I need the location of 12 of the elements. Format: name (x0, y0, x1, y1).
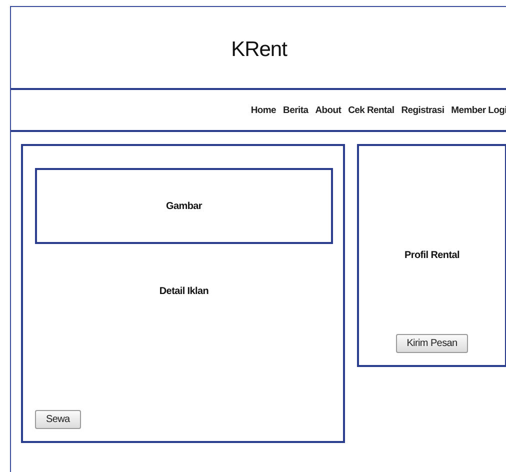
nav-link[interactable]: Member Logi (451, 104, 506, 116)
nav-link[interactable]: About (315, 104, 342, 116)
nav-link[interactable]: Berita (283, 104, 308, 116)
image-label: Gambar (166, 200, 202, 212)
rent-button[interactable]: Sewa (35, 410, 81, 429)
site-title: KRent (231, 38, 287, 62)
profile-label: Profil Rental (404, 250, 460, 261)
detail-label: Detail Iklan (159, 286, 209, 299)
nav-link[interactable]: Home (250, 104, 276, 116)
nav-link[interactable]: Cek Rental (348, 104, 394, 116)
nav-link[interactable]: Registrasi (401, 104, 444, 116)
send-message-button[interactable]: Kirim Pesan (396, 334, 468, 353)
